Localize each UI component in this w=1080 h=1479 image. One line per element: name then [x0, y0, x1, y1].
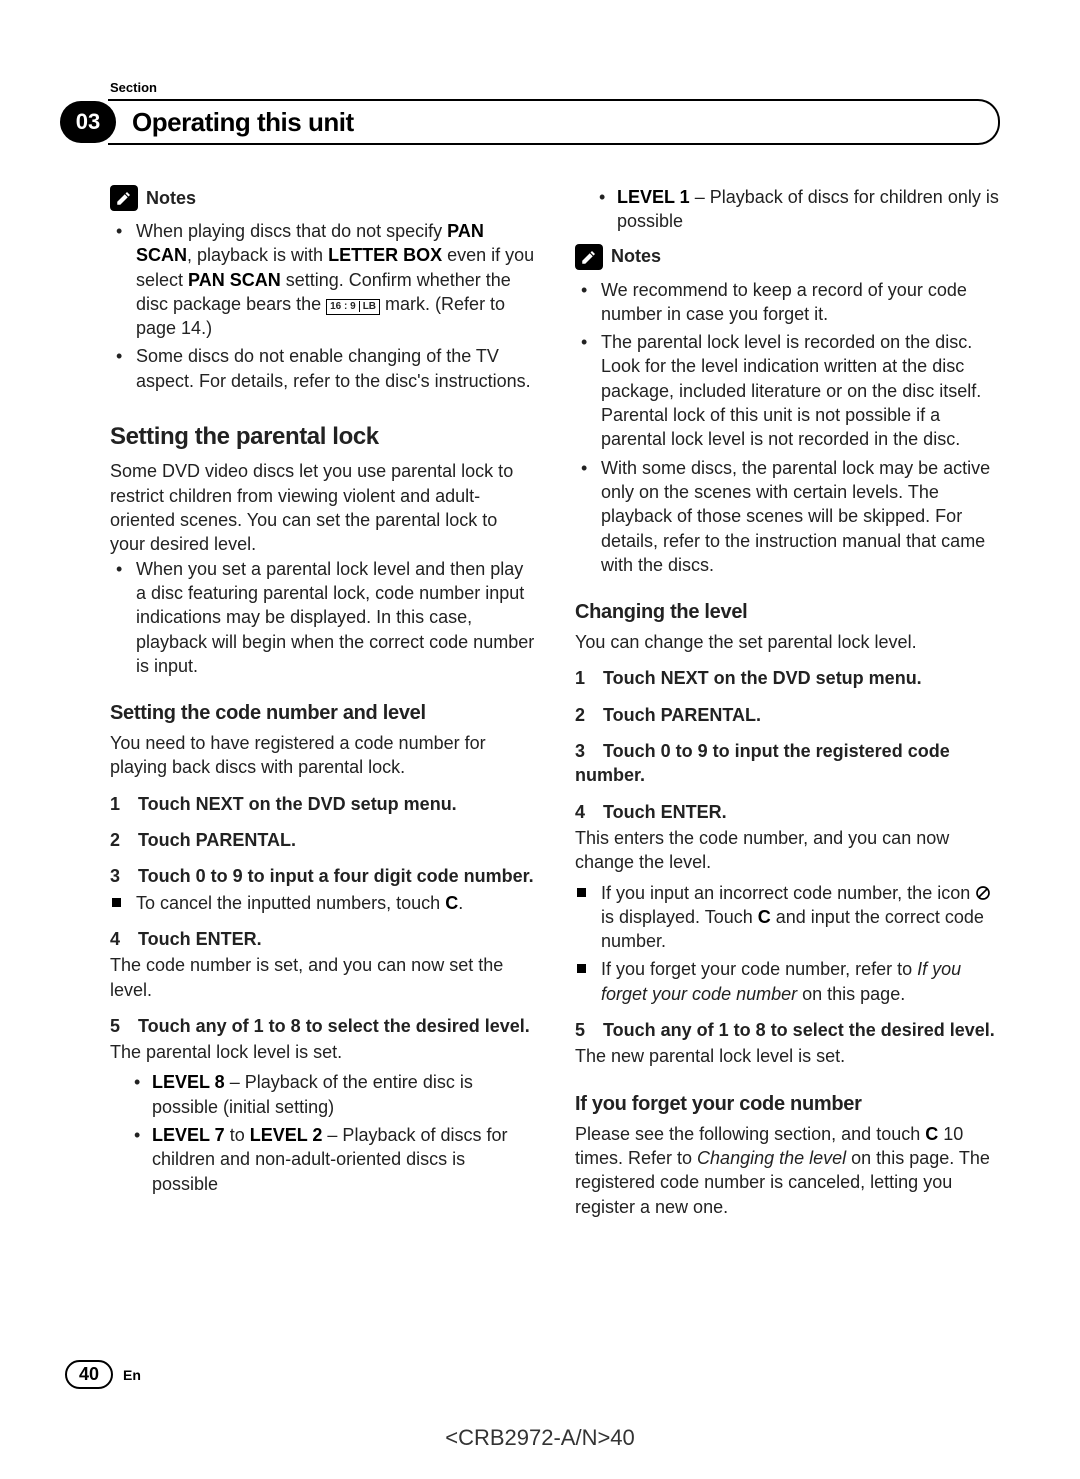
step-3: 3 Touch 0 to 9 to input a four digit cod… — [110, 866, 534, 886]
step-body: The new parental lock level is set. — [575, 1044, 1000, 1068]
bold: LEVEL 8 — [152, 1072, 225, 1092]
chapter-title: Operating this unit — [108, 99, 1000, 145]
right-column: LEVEL 1 – Playback of discs for children… — [575, 185, 1000, 1219]
text: If you input an incorrect code number, t… — [601, 883, 975, 903]
step-2: 2 Touch PARENTAL. — [575, 705, 761, 725]
body-text: You need to have registered a code numbe… — [110, 731, 535, 780]
italic: Changing the level — [697, 1148, 846, 1168]
bold: C — [925, 1124, 938, 1144]
step-5: 5 Touch any of 1 to 8 to select the desi… — [110, 1016, 530, 1036]
body-text: Some DVD video discs let you use parenta… — [110, 459, 535, 556]
step-4: 4 Touch ENTER. — [575, 802, 727, 822]
body-text: You can change the set parental lock lev… — [575, 630, 1000, 654]
text: to — [225, 1125, 250, 1145]
level-list-cont: LEVEL 1 – Playback of discs for children… — [575, 185, 1000, 234]
note-item: With some discs, the parental lock may b… — [575, 456, 1000, 577]
sub-list: If you input an incorrect code number, t… — [575, 881, 1000, 1006]
list-item: LEVEL 7 to LEVEL 2 – Playback of discs f… — [110, 1123, 535, 1196]
list-item: When you set a parental lock level and t… — [110, 557, 535, 678]
step-body: The parental lock level is set. — [110, 1040, 535, 1064]
step-4: 4 Touch ENTER. — [110, 929, 262, 949]
pencil-icon — [110, 185, 138, 211]
list-item: LEVEL 1 – Playback of discs for children… — [575, 185, 1000, 234]
aspect-ratio-mark-icon: 16 : 9LB — [326, 299, 380, 315]
note-item: When playing discs that do not specify P… — [110, 219, 535, 340]
bold: LEVEL 1 — [617, 187, 690, 207]
text: 16 : 9 — [330, 301, 356, 312]
note-item: We recommend to keep a record of your co… — [575, 278, 1000, 327]
body-text: Please see the following section, and to… — [575, 1122, 1000, 1219]
bullet-list: When you set a parental lock level and t… — [110, 557, 535, 678]
step-5: 5 Touch any of 1 to 8 to select the desi… — [575, 1020, 995, 1040]
language-label: En — [123, 1367, 141, 1383]
notes-heading: Notes — [110, 185, 535, 211]
text: , playback is with — [187, 245, 328, 265]
step-2: 2 Touch PARENTAL. — [110, 830, 296, 850]
text: If you forget your code number, refer to — [601, 959, 917, 979]
note-item: The parental lock level is recorded on t… — [575, 330, 1000, 451]
text: Please see the following section, and to… — [575, 1124, 925, 1144]
text: LB — [359, 301, 376, 312]
bold: LEVEL 2 — [250, 1125, 323, 1145]
sub-list: To cancel the inputted numbers, touch C. — [110, 891, 535, 915]
text: on this page. — [797, 984, 905, 1004]
heading-forgot-code: If you forget your code number — [575, 1091, 1000, 1118]
step-body: This enters the code number, and you can… — [575, 826, 1000, 875]
list-item: If you input an incorrect code number, t… — [575, 881, 1000, 954]
text: . — [458, 893, 463, 913]
page-footer: 40 En — [65, 1360, 141, 1389]
level-list: LEVEL 8 – Playback of the entire disc is… — [110, 1070, 535, 1195]
left-column: Notes When playing discs that do not spe… — [110, 185, 535, 1219]
manual-page: Section 03 Operating this unit Notes Whe… — [0, 0, 1080, 1479]
section-label: Section — [110, 80, 1000, 95]
step-3: 3 Touch 0 to 9 to input the registered c… — [575, 741, 950, 785]
bold: LETTER BOX — [328, 245, 442, 265]
notes-heading: Notes — [575, 244, 1000, 270]
list-item: LEVEL 8 – Playback of the entire disc is… — [110, 1070, 535, 1119]
notes-list: When playing discs that do not specify P… — [110, 219, 535, 393]
list-item: To cancel the inputted numbers, touch C. — [110, 891, 535, 915]
list-item: If you forget your code number, refer to… — [575, 957, 1000, 1006]
step-1: 1 Touch NEXT on the DVD setup menu. — [110, 794, 457, 814]
bold: LEVEL 7 — [152, 1125, 225, 1145]
step-body: The code number is set, and you can now … — [110, 953, 535, 1002]
chapter-header: 03 Operating this unit — [60, 99, 1000, 145]
page-number-badge: 40 — [65, 1360, 113, 1389]
step-1: 1 Touch NEXT on the DVD setup menu. — [575, 668, 922, 688]
text: is displayed. Touch — [601, 907, 758, 927]
bold: C — [758, 907, 771, 927]
pencil-icon — [575, 244, 603, 270]
bold: PAN SCAN — [188, 270, 281, 290]
bold: C — [445, 893, 458, 913]
note-item: Some discs do not enable changing of the… — [110, 344, 535, 393]
notes-label: Notes — [611, 244, 661, 268]
notes-label: Notes — [146, 186, 196, 210]
heading-set-code: Setting the code number and level — [110, 700, 535, 727]
chapter-number-badge: 03 — [60, 101, 116, 143]
text: When playing discs that do not specify — [136, 221, 447, 241]
notes-list: We recommend to keep a record of your co… — [575, 278, 1000, 578]
text: To cancel the inputted numbers, touch — [136, 893, 445, 913]
prohibited-icon — [975, 883, 991, 899]
heading-changing-level: Changing the level — [575, 599, 1000, 626]
document-code: <CRB2972-A/N>40 — [0, 1425, 1080, 1451]
heading-parental-lock: Setting the parental lock — [110, 421, 535, 453]
